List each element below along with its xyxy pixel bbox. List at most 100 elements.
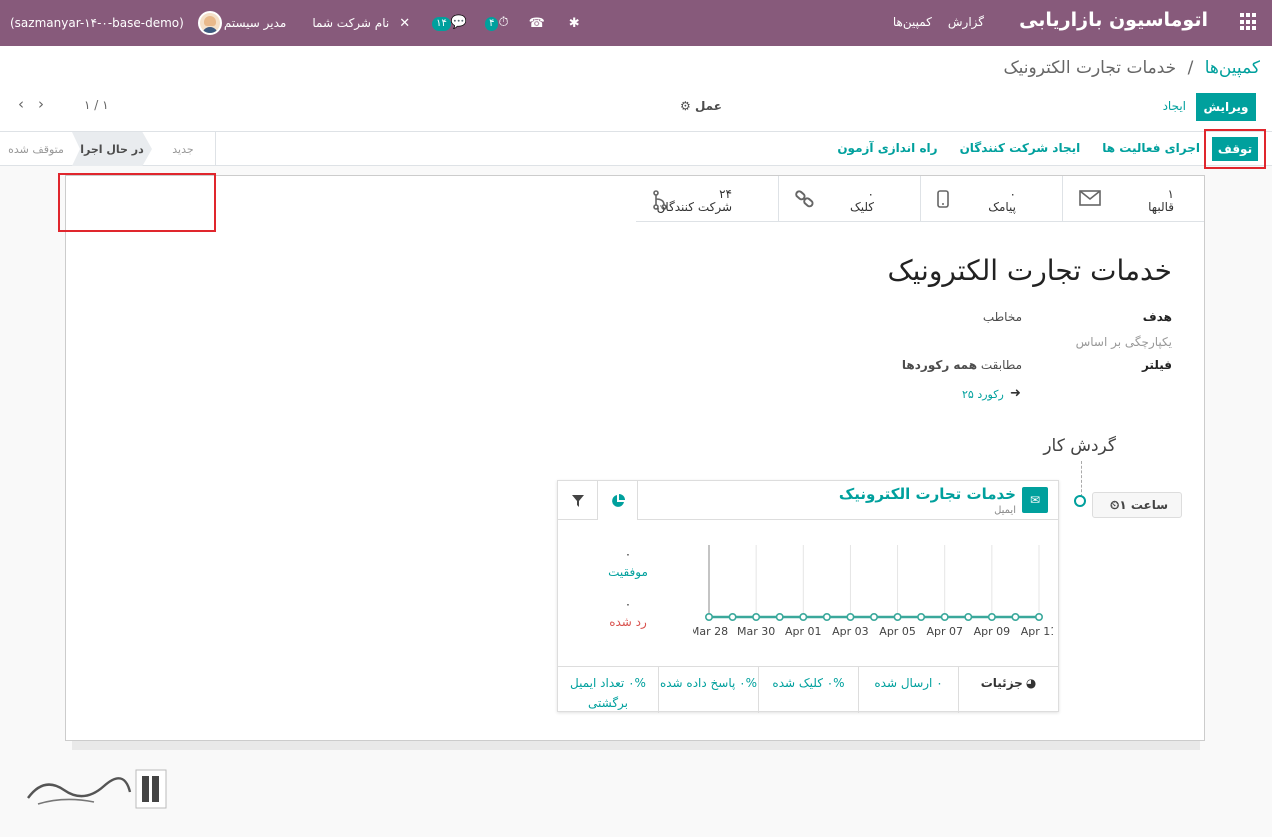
- app-brand[interactable]: اتوماسیون بازاریابی: [1019, 9, 1208, 31]
- apps-menu-icon[interactable]: [1240, 13, 1258, 31]
- stage-stopped[interactable]: متوقف شده: [0, 132, 72, 166]
- activity-header: ✉ خدمات تجارت الکترونیک ایمیل: [558, 481, 1058, 520]
- filter-all-records: همه رکوردها: [901, 358, 978, 372]
- x-tick-label: Apr 01: [785, 625, 822, 638]
- activity-footer: ◕ جزئیات ۰ ارسال شده ۰% کلیک شده ۰% پاسخ…: [558, 666, 1058, 713]
- sent-stat[interactable]: ۰ ارسال شده: [858, 667, 958, 713]
- data-point[interactable]: [728, 613, 737, 622]
- workflow-title: گردش کار: [1043, 436, 1116, 456]
- time-trigger-label: ۱ ساعت: [1119, 498, 1169, 512]
- data-point[interactable]: [1011, 613, 1020, 622]
- action-label: عمل: [694, 99, 722, 113]
- phone-icon[interactable]: ☎: [529, 16, 545, 31]
- pager-value[interactable]: ۱ / ۱: [84, 98, 109, 112]
- data-point[interactable]: [987, 613, 996, 622]
- success-count: ۰: [624, 547, 632, 561]
- clicked-stat[interactable]: ۰% کلیک شده: [758, 667, 858, 713]
- data-point[interactable]: [775, 613, 784, 622]
- unique-field-label: یکپارچگی بر اساس: [1075, 335, 1172, 349]
- menu-campaigns[interactable]: کمپین‌ها: [893, 15, 932, 29]
- replied-stat[interactable]: ۰% پاسخ داده شده: [658, 667, 758, 713]
- filter-value[interactable]: مطابقت همه رکوردها: [902, 358, 1022, 372]
- breadcrumb-campaigns[interactable]: کمپین‌ها: [1205, 58, 1260, 78]
- participants-highlight: [58, 173, 216, 232]
- x-tick-label: Apr 09: [974, 625, 1011, 638]
- time-trigger-button[interactable]: ⏲ ۱ ساعت: [1092, 492, 1182, 518]
- data-point[interactable]: [799, 613, 808, 622]
- activities-icon[interactable]: ۴ ⏱: [483, 15, 509, 31]
- chevron-right-icon[interactable]: ›: [38, 95, 44, 113]
- stat-templates[interactable]: ۱ قالبها: [1062, 176, 1204, 222]
- workflow-connector: [1081, 461, 1082, 497]
- workflow-node: [1074, 495, 1086, 507]
- control-panel: کمپین‌ها / خدمات تجارت الکترونیک ویرایش …: [0, 46, 1272, 132]
- data-point[interactable]: [940, 613, 949, 622]
- data-point[interactable]: [870, 613, 879, 622]
- breadcrumb-separator: /: [1187, 58, 1194, 78]
- activity-envelope-icon: ✉: [1022, 487, 1048, 513]
- create-button[interactable]: ایجاد: [1163, 99, 1186, 113]
- stat-participants-label: شرکت کنندگان: [656, 200, 732, 214]
- data-point[interactable]: [822, 613, 831, 622]
- details-label: جزئیات: [980, 676, 1023, 690]
- success-label[interactable]: موفقیت: [598, 565, 658, 579]
- data-point[interactable]: [964, 613, 973, 622]
- main-menu: کمپین‌ها گزارش: [893, 15, 984, 29]
- details-tab[interactable]: ◕ جزئیات: [958, 667, 1058, 713]
- stat-clicks-label: کلیک: [849, 200, 874, 214]
- tools-icon[interactable]: ✕: [399, 16, 410, 31]
- gear-icon: ⚙: [680, 99, 691, 113]
- top-navbar: اتوماسیون بازاریابی کمپین‌ها گزارش (sazm…: [0, 0, 1272, 46]
- mobile-icon: [937, 190, 949, 213]
- activity-tabs: [558, 481, 638, 520]
- menu-reporting[interactable]: گزارش: [948, 15, 984, 29]
- data-point[interactable]: [705, 613, 714, 622]
- chevron-left-icon[interactable]: ‹: [18, 95, 24, 113]
- filter-icon[interactable]: [558, 481, 598, 520]
- activity-stats: ۰ موفقیت ۰ رد شده: [598, 547, 658, 629]
- stat-sms[interactable]: ۰ پیامک: [920, 176, 1062, 222]
- messages-icon[interactable]: ۱۴ 💬: [430, 15, 467, 31]
- company-name[interactable]: نام شرکت شما: [312, 16, 389, 30]
- bounced-stat[interactable]: ۰% تعداد ایمیل برگشتی: [558, 667, 658, 713]
- activity-title[interactable]: خدمات تجارت الکترونیک: [839, 485, 1016, 503]
- generate-participants-button[interactable]: ایجاد شرکت کنندگان: [960, 141, 1081, 155]
- launch-test-button[interactable]: راه اندازی آزمون: [837, 141, 937, 155]
- run-activities-button[interactable]: اجرای فعالیت ها: [1102, 141, 1200, 155]
- data-point[interactable]: [1034, 613, 1043, 622]
- stat-clicks[interactable]: ۰ کلیک: [778, 176, 920, 222]
- activity-chart: Mar 28 Mar 30 Apr 01 Apr 03 Apr 05 Apr 07 Apr …: [693, 545, 1053, 638]
- filter-prefix: مطابقت: [980, 358, 1022, 372]
- data-point[interactable]: [846, 613, 855, 622]
- stop-button[interactable]: توقف: [1212, 137, 1258, 161]
- records-count-link[interactable]: ۲۵ رکورد: [962, 388, 1004, 401]
- user-menu[interactable]: مدیر سیستم: [224, 16, 287, 30]
- debug-icon[interactable]: ✱: [569, 16, 580, 31]
- user-avatar[interactable]: [197, 11, 222, 35]
- action-menu[interactable]: ⚙ عمل: [680, 99, 722, 113]
- x-tick-label: Apr 05: [879, 625, 916, 638]
- data-point[interactable]: [893, 613, 902, 622]
- activity-type: ایمیل: [994, 505, 1016, 516]
- pie-chart-icon[interactable]: [598, 481, 638, 520]
- rejected-label[interactable]: رد شده: [598, 615, 658, 629]
- messages-badge: ۱۴: [432, 17, 451, 31]
- activity-card: ✉ خدمات تجارت الکترونیک ایمیل ۰ موفقیت ۰…: [557, 480, 1059, 713]
- stage-running[interactable]: در حال اجرا: [72, 132, 152, 166]
- target-value[interactable]: مخاطب: [983, 310, 1022, 324]
- navbar-systray: (sazmanyar-۱۴-۰-base-demo) مدیر سیستم نا…: [10, 8, 592, 38]
- x-tick-label: Apr 11: [1021, 625, 1053, 638]
- stat-participants[interactable]: ۲۴ شرکت کنندگان: [636, 176, 778, 222]
- stat-participants-count: ۲۴: [719, 187, 732, 201]
- pager-arrows: ‹ ›: [18, 95, 44, 113]
- record-title[interactable]: خدمات تجارت الکترونیک: [888, 254, 1172, 287]
- status-bar: توقف راه اندازی آزمون ایجاد شرکت کنندگان…: [0, 129, 1272, 169]
- envelope-icon: [1079, 190, 1101, 211]
- stat-clicks-count: ۰: [867, 187, 874, 201]
- x-tick-label: Mar 28: [693, 625, 728, 638]
- edit-button[interactable]: ویرایش: [1196, 93, 1256, 121]
- stage-new[interactable]: جدید: [152, 132, 214, 166]
- data-point[interactable]: [752, 613, 761, 622]
- watermark-logo: [24, 768, 170, 812]
- data-point[interactable]: [917, 613, 926, 622]
